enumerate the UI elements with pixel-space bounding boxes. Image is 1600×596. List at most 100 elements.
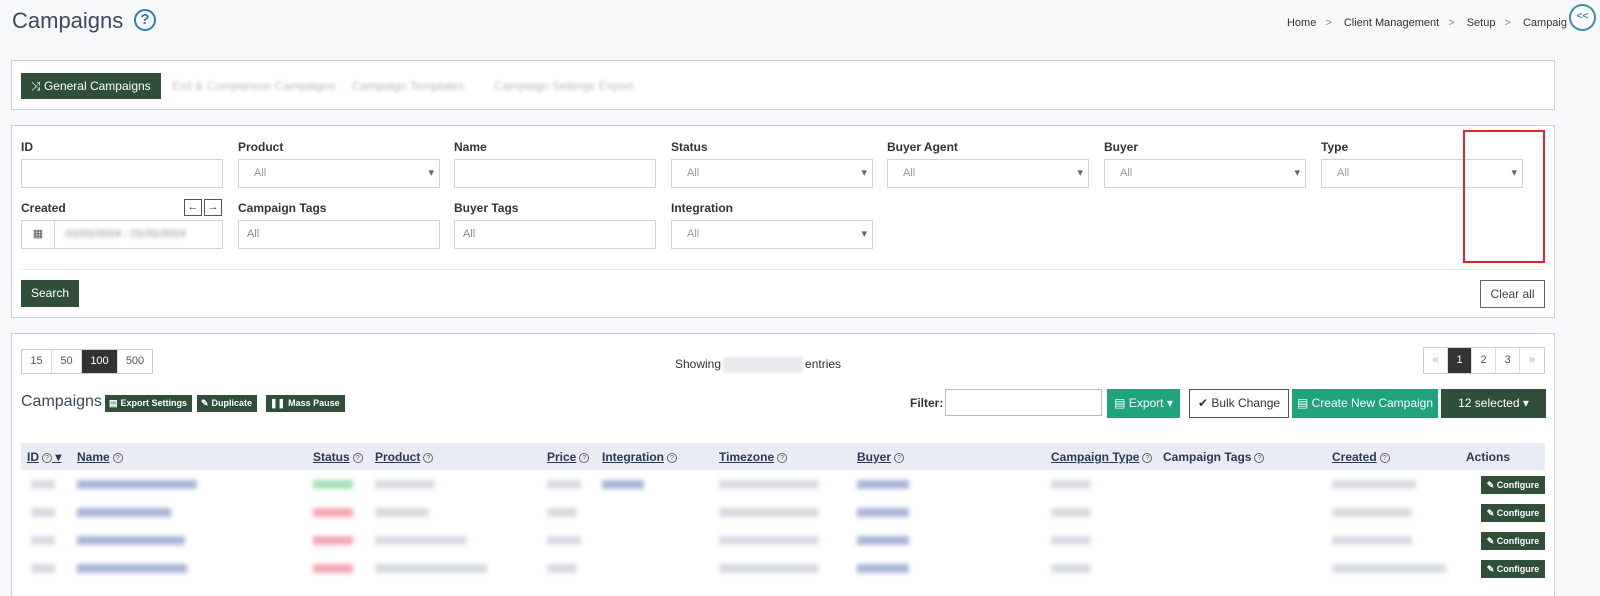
- col-status[interactable]: Status?: [313, 450, 363, 464]
- campaign-tags-input[interactable]: All: [238, 220, 440, 249]
- search-button[interactable]: Search: [21, 280, 79, 307]
- row-campaign-type: [1051, 480, 1091, 489]
- col-timezone[interactable]: Timezone?: [719, 450, 788, 464]
- campaign-tags-label: Campaign Tags: [238, 201, 327, 215]
- row-price: [547, 480, 581, 489]
- page-size-500[interactable]: 500: [118, 350, 152, 373]
- row-buyer-link[interactable]: [857, 480, 909, 489]
- col-buyer[interactable]: Buyer?: [857, 450, 905, 464]
- table-row: ✎ Configure: [21, 555, 1545, 583]
- row-product: [375, 480, 435, 489]
- row-name-link[interactable]: [77, 536, 185, 545]
- create-new-campaign-button[interactable]: ▤ Create New Campaign: [1292, 389, 1438, 418]
- collapse-sidebar-button[interactable]: <<: [1569, 4, 1596, 31]
- buyer-tags-input[interactable]: All: [454, 220, 656, 249]
- col-id[interactable]: ID? ▾: [27, 450, 61, 464]
- help-icon[interactable]: ?: [894, 453, 905, 463]
- campaigns-table-panel: 15 50 100 500 Showing entries « 1 2 3 » C…: [11, 333, 1555, 596]
- mass-pause-button[interactable]: ❚❚ Mass Pause: [266, 395, 345, 412]
- created-date-value: 01/01/2024 - 01/31/2024: [66, 228, 186, 240]
- entries-count-redacted: [723, 357, 804, 373]
- row-id: [31, 480, 55, 489]
- buyer-select[interactable]: All: [1104, 159, 1306, 188]
- configure-button[interactable]: ✎ Configure: [1481, 532, 1545, 550]
- created-date-range[interactable]: ▦ 01/01/2024 - 01/31/2024: [21, 220, 223, 249]
- pagination-page-2[interactable]: 2: [1472, 348, 1496, 373]
- selected-columns-dropdown[interactable]: 12 selected ▾: [1441, 389, 1546, 418]
- col-actions: Actions: [1466, 450, 1511, 464]
- buyer-agent-select[interactable]: All: [887, 159, 1089, 188]
- help-icon[interactable]: ?: [352, 453, 363, 463]
- col-integration[interactable]: Integration?: [602, 450, 677, 464]
- breadcrumb-home[interactable]: Home: [1287, 17, 1316, 29]
- help-icon[interactable]: ?: [134, 9, 156, 31]
- created-label: Created: [21, 201, 66, 215]
- status-label: Status: [671, 140, 708, 154]
- file-icon: ▤: [1114, 396, 1129, 410]
- buyer-label: Buyer: [1104, 140, 1139, 154]
- name-input[interactable]: [454, 159, 656, 188]
- help-icon[interactable]: ?: [777, 453, 788, 463]
- pagination-page-3[interactable]: 3: [1496, 348, 1520, 373]
- tab-exit-comparison-campaigns[interactable]: Exit & Comparison Campaigns: [162, 73, 345, 99]
- row-price: [547, 508, 577, 517]
- help-icon[interactable]: ?: [112, 453, 123, 463]
- row-integration[interactable]: [602, 480, 644, 489]
- breadcrumb-setup[interactable]: Setup: [1467, 17, 1496, 29]
- pagination-next[interactable]: »: [1520, 348, 1544, 373]
- duplicate-button[interactable]: ✎ Duplicate: [197, 395, 258, 412]
- status-select[interactable]: All: [671, 159, 873, 188]
- export-settings-button[interactable]: ▤ Export Settings: [105, 395, 193, 412]
- export-button[interactable]: ▤ Export ▾: [1107, 389, 1180, 418]
- filter-input[interactable]: [945, 389, 1102, 416]
- col-name[interactable]: Name?: [77, 450, 123, 464]
- col-price[interactable]: Price?: [547, 450, 590, 464]
- row-name-link[interactable]: [77, 480, 197, 489]
- filters-divider: [21, 269, 1545, 270]
- help-icon[interactable]: ?: [1254, 453, 1265, 463]
- bulk-change-button[interactable]: ✔ Bulk Change: [1189, 389, 1289, 418]
- table-header: ID? ▾ Name? Status? Product? Price? Inte…: [21, 443, 1545, 470]
- row-name-link[interactable]: [77, 564, 187, 573]
- table-row: ✎ Configure: [21, 499, 1545, 527]
- product-select[interactable]: All: [238, 159, 440, 188]
- table-row: ✎ Configure: [21, 471, 1545, 499]
- help-icon[interactable]: ?: [1142, 453, 1153, 463]
- row-buyer-link[interactable]: [857, 536, 909, 545]
- help-icon[interactable]: ?: [579, 453, 590, 463]
- row-status-badge: [313, 508, 353, 517]
- col-campaign-type[interactable]: Campaign Type?: [1051, 450, 1153, 464]
- arrow-right-icon[interactable]: →: [204, 199, 222, 216]
- breadcrumb-client-management[interactable]: Client Management: [1344, 17, 1439, 29]
- col-product[interactable]: Product?: [375, 450, 434, 464]
- help-icon[interactable]: ?: [667, 453, 677, 463]
- page-size-100[interactable]: 100: [82, 350, 118, 373]
- help-icon[interactable]: ?: [423, 453, 434, 463]
- row-buyer-link[interactable]: [857, 508, 909, 517]
- edit-icon: ✎: [1486, 536, 1497, 546]
- help-icon[interactable]: ?: [42, 453, 52, 463]
- row-buyer-link[interactable]: [857, 564, 909, 573]
- configure-button[interactable]: ✎ Configure: [1481, 476, 1545, 494]
- arrow-left-icon[interactable]: ←: [184, 199, 202, 216]
- tab-general-campaigns[interactable]: ⤨ General Campaigns: [21, 73, 161, 99]
- integration-select[interactable]: All: [671, 220, 873, 249]
- pause-icon: ❚❚: [270, 398, 286, 408]
- page-size-15[interactable]: 15: [22, 350, 52, 373]
- configure-button[interactable]: ✎ Configure: [1481, 504, 1545, 522]
- configure-button[interactable]: ✎ Configure: [1481, 560, 1545, 578]
- help-icon[interactable]: ?: [1379, 453, 1390, 463]
- product-label: Product: [238, 140, 284, 154]
- page-size-50[interactable]: 50: [52, 350, 82, 373]
- id-input[interactable]: [21, 159, 223, 188]
- pagination-page-1[interactable]: 1: [1448, 348, 1472, 373]
- filter-label: Filter:: [910, 396, 944, 410]
- clear-all-button[interactable]: Clear all: [1480, 280, 1545, 308]
- actions-highlight-box: [1463, 130, 1545, 263]
- tab-campaign-settings-export[interactable]: Campaign Settings Export: [484, 73, 643, 99]
- col-created[interactable]: Created?: [1332, 450, 1390, 464]
- row-name-link[interactable]: [77, 508, 171, 517]
- tab-campaign-templates[interactable]: Campaign Templates: [342, 73, 475, 99]
- pagination-prev[interactable]: «: [1424, 348, 1448, 373]
- id-label: ID: [21, 140, 33, 154]
